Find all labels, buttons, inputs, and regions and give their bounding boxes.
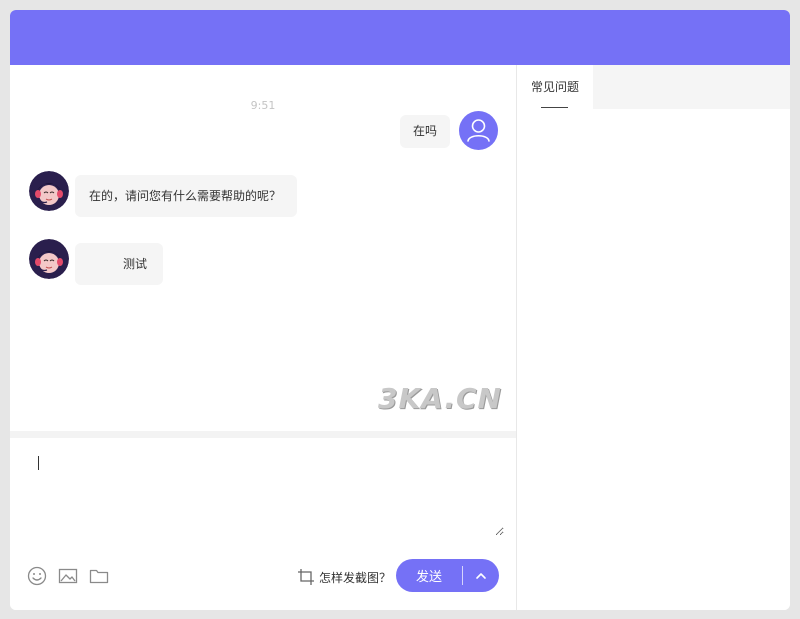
side-panel-tabs: 常见问题 <box>517 65 790 109</box>
side-panel: 常见问题 <box>517 65 790 610</box>
message-list[interactable]: 9:51 在吗 在的，请问您有什么需要帮助的呢？ 测试 3KA.CN <box>10 65 516 437</box>
screenshot-help-link[interactable]: 怎样发截图？ <box>297 568 391 586</box>
composer-divider <box>10 431 516 438</box>
image-icon <box>58 568 78 584</box>
emoji-button[interactable] <box>27 566 47 586</box>
user-avatar <box>459 111 498 150</box>
text-caret <box>38 456 39 470</box>
tab-faq-label: 常见问题 <box>530 80 579 94</box>
chevron-up-icon <box>476 572 486 579</box>
user-icon <box>467 119 490 142</box>
title-bar <box>10 10 790 65</box>
composer: 怎样发截图？ 发送 <box>10 438 516 610</box>
message-timestamp: 9:51 <box>250 99 276 112</box>
emoji-icon <box>27 566 47 586</box>
agent-message-bubble: 测试 <box>75 243 163 285</box>
folder-icon <box>89 569 109 584</box>
screenshot-help-label: 怎样发截图？ <box>319 570 392 585</box>
watermark-logo: 3KA.CN <box>378 382 502 415</box>
active-tab-indicator <box>541 107 568 108</box>
send-options-toggle[interactable] <box>463 559 499 592</box>
chat-window: 9:51 在吗 在的，请问您有什么需要帮助的呢？ 测试 3KA.CN 怎样发截图… <box>10 10 790 610</box>
crop-icon <box>298 569 314 585</box>
send-button-label: 发送 <box>415 570 442 585</box>
agent-icon <box>29 171 69 211</box>
tab-faq[interactable]: 常见问题 <box>517 65 593 109</box>
agent-message-bubble: 在的，请问您有什么需要帮助的呢？ <box>75 175 297 217</box>
image-button[interactable] <box>58 566 78 586</box>
agent-avatar <box>29 171 69 211</box>
file-button[interactable] <box>89 566 109 586</box>
agent-avatar <box>29 239 69 279</box>
user-message-bubble: 在吗 <box>400 115 450 148</box>
send-button[interactable]: 发送 <box>396 559 499 592</box>
message-input[interactable] <box>40 452 504 536</box>
agent-icon <box>29 239 69 279</box>
